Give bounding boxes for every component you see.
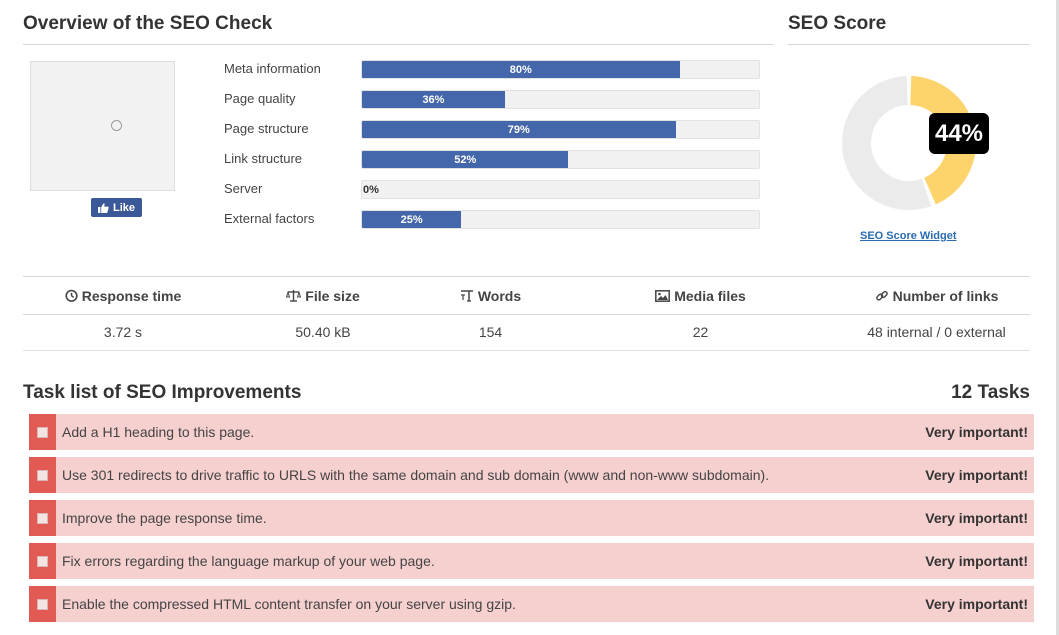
stats-header-number-of-links: Number of links bbox=[843, 277, 1030, 314]
metric-progress-bar: 25% bbox=[361, 210, 760, 229]
task-checkbox[interactable] bbox=[29, 543, 56, 579]
task-item[interactable]: Add a H1 heading to this page. Very impo… bbox=[29, 414, 1034, 450]
task-item[interactable]: Use 301 redirects to drive traffic to UR… bbox=[29, 457, 1034, 493]
link-icon bbox=[875, 290, 888, 301]
stats-file-size-value: 50.40 kB bbox=[295, 323, 351, 340]
loading-spinner-icon bbox=[111, 120, 122, 131]
task-item[interactable]: Fix errors regarding the language markup… bbox=[29, 543, 1034, 579]
stats-links-value: 48 internal / 0 external bbox=[867, 323, 1006, 340]
metric-label: Server bbox=[224, 181, 263, 196]
task-priority: Very important! bbox=[925, 467, 1028, 483]
stats-header-words: Words bbox=[423, 277, 558, 314]
page-preview-thumbnail bbox=[30, 61, 175, 191]
metric-progress-bar: 36% bbox=[361, 90, 760, 109]
metric-progress-bar: 79% bbox=[361, 120, 760, 139]
task-checkbox[interactable] bbox=[29, 586, 56, 622]
stats-media-files-value: 22 bbox=[692, 323, 709, 340]
checkbox-square-icon bbox=[37, 555, 48, 567]
stats-words-value: 154 bbox=[478, 323, 503, 340]
stats-header-media-files: Media files bbox=[558, 277, 843, 314]
metric-bar-value: 36% bbox=[422, 93, 445, 106]
metric-bar-value: 80% bbox=[509, 63, 532, 76]
text-icon bbox=[460, 290, 473, 302]
image-icon bbox=[655, 289, 671, 302]
task-checkbox[interactable] bbox=[29, 457, 56, 493]
seo-score-title: SEO Score bbox=[788, 13, 887, 34]
task-item[interactable]: Enable the compressed HTML content trans… bbox=[29, 586, 1034, 622]
task-priority: Very important! bbox=[925, 510, 1028, 526]
thumbs-up-icon bbox=[97, 202, 109, 213]
metric-progress-bar: 80% bbox=[361, 60, 760, 79]
metric-progress-bar: 0% bbox=[361, 180, 760, 199]
seo-score-divider bbox=[788, 44, 1030, 45]
stats-header-label: File size bbox=[305, 287, 360, 304]
task-text: Use 301 redirects to drive traffic to UR… bbox=[62, 467, 770, 483]
task-text: Fix errors regarding the language markup… bbox=[62, 553, 435, 569]
scale-icon bbox=[286, 290, 302, 302]
metric-bar-value: 79% bbox=[507, 123, 530, 136]
stats-response-time-value: 3.72 s bbox=[103, 323, 143, 340]
task-text: Enable the compressed HTML content trans… bbox=[62, 596, 516, 612]
stats-header-label: Media files bbox=[674, 287, 746, 304]
metric-progress-bar: 52% bbox=[361, 150, 760, 169]
seo-score-widget-link[interactable]: SEO Score Widget bbox=[860, 230, 956, 242]
like-button-label: Like bbox=[112, 201, 135, 214]
task-list-title: Task list of SEO Improvements bbox=[23, 382, 302, 403]
seo-score-badge: 44% bbox=[929, 113, 989, 154]
facebook-like-button[interactable]: Like bbox=[91, 198, 142, 217]
checkbox-square-icon bbox=[37, 598, 48, 610]
overview-divider bbox=[23, 44, 774, 45]
stopwatch-icon bbox=[65, 289, 78, 302]
task-priority: Very important! bbox=[925, 553, 1028, 569]
task-item[interactable]: Improve the page response time. Very imp… bbox=[29, 500, 1034, 536]
stats-header-row: Response time File size Words Media file… bbox=[23, 276, 1030, 315]
stats-header-label: Response time bbox=[81, 287, 182, 304]
task-priority: Very important! bbox=[925, 424, 1028, 440]
checkbox-square-icon bbox=[37, 426, 48, 438]
stats-header-response-time: Response time bbox=[23, 277, 223, 314]
stats-value-row: 3.72 s 50.40 kB 154 22 48 internal / 0 e… bbox=[23, 313, 1030, 351]
metric-bar-value: 52% bbox=[454, 153, 477, 166]
metric-label: Page structure bbox=[224, 121, 309, 136]
metric-label: External factors bbox=[224, 211, 315, 226]
task-checkbox[interactable] bbox=[29, 414, 56, 450]
metric-label: Page quality bbox=[224, 91, 296, 106]
stats-header-label: Words bbox=[477, 287, 522, 304]
task-priority: Very important! bbox=[925, 596, 1028, 612]
checkbox-square-icon bbox=[37, 512, 48, 524]
task-count: 12 Tasks bbox=[951, 382, 1030, 403]
metric-label: Meta information bbox=[224, 61, 321, 76]
overview-title: Overview of the SEO Check bbox=[23, 13, 273, 34]
metric-bar-value: 0% bbox=[363, 183, 379, 196]
metric-label: Link structure bbox=[224, 151, 303, 166]
checkbox-square-icon bbox=[37, 469, 48, 481]
stats-header-label: Number of links bbox=[892, 287, 999, 304]
stats-header-file-size: File size bbox=[223, 277, 423, 314]
task-text: Improve the page response time. bbox=[62, 510, 267, 526]
metric-bar-value: 25% bbox=[400, 213, 423, 226]
task-text: Add a H1 heading to this page. bbox=[62, 424, 255, 440]
task-checkbox[interactable] bbox=[29, 500, 56, 536]
